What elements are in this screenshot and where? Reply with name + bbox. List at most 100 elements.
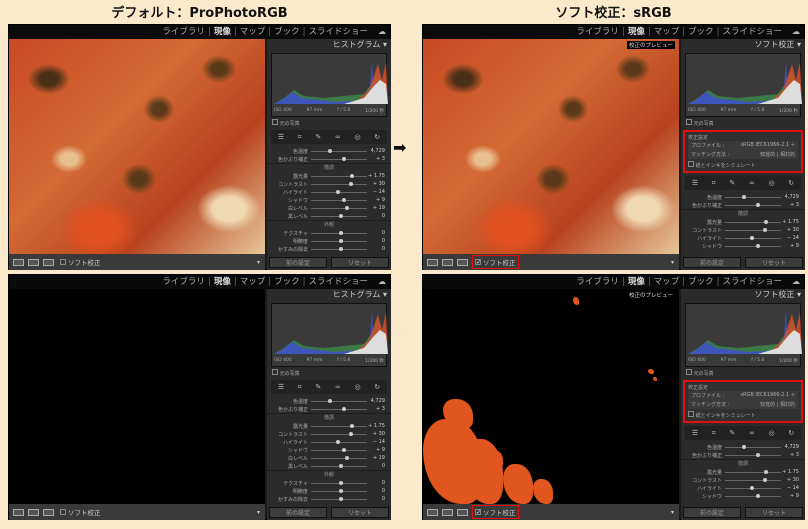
redeye-icon[interactable]: ∞ [749, 179, 755, 187]
slider-value[interactable]: 0 [367, 213, 385, 219]
slider-thumb[interactable] [344, 455, 349, 460]
nav-item-2[interactable]: マップ [654, 277, 680, 287]
redeye-icon[interactable]: ∞ [335, 133, 341, 141]
nav-item-4[interactable]: スライドショー [722, 27, 782, 37]
toolbar-menu-icon[interactable]: ▾ [671, 509, 674, 516]
loupe-view-icon[interactable] [427, 508, 438, 516]
slider-value[interactable]: + 3 [781, 202, 799, 208]
slider-thumb[interactable] [763, 227, 768, 232]
swap-icon[interactable] [457, 508, 468, 516]
matching-perceptual[interactable]: 知覚的 [760, 152, 775, 158]
toolbar-menu-icon[interactable]: ▾ [257, 259, 260, 266]
mask-icon[interactable]: ◎ [768, 179, 774, 187]
slider-value[interactable]: 0 [367, 496, 385, 502]
brush-icon[interactable]: ↻ [788, 429, 794, 437]
swap-icon[interactable] [43, 258, 54, 266]
slider-thumb[interactable] [327, 148, 332, 153]
slider-thumb[interactable] [341, 197, 346, 202]
panel-header[interactable]: ヒストグラム ▾ [267, 39, 391, 51]
nav-item-4[interactable]: スライドショー [722, 277, 782, 287]
slider-track[interactable] [725, 235, 781, 240]
nav-item-4[interactable]: スライドショー [308, 27, 368, 37]
redeye-icon[interactable]: ∞ [749, 429, 755, 437]
previous-settings-button[interactable]: 前の設定 [683, 507, 741, 518]
slider-value[interactable]: + 1.75 [367, 423, 385, 429]
slider-value[interactable]: + 3 [367, 156, 385, 162]
original-photo-checkbox[interactable] [272, 119, 278, 125]
profile-select[interactable]: sRGB IEC61966-2.1 ÷ [740, 142, 795, 149]
slider-thumb[interactable] [755, 243, 760, 248]
reset-button[interactable]: リセット [331, 257, 389, 268]
simulate-checkbox[interactable] [688, 411, 694, 417]
slider-track[interactable] [311, 398, 367, 403]
slider-thumb[interactable] [764, 219, 769, 224]
slider-thumb[interactable] [741, 444, 746, 449]
slider-value[interactable]: − 14 [781, 485, 799, 491]
slider-value[interactable]: + 19 [367, 455, 385, 461]
slider-value[interactable]: + 9 [367, 197, 385, 203]
slider-track[interactable] [311, 189, 367, 194]
slider-value[interactable]: 0 [367, 246, 385, 252]
slider-thumb[interactable] [755, 202, 760, 207]
soft-proof-checkbox[interactable] [60, 259, 66, 265]
slider-value[interactable]: + 3 [781, 452, 799, 458]
slider-track[interactable] [725, 219, 781, 224]
slider-track[interactable] [311, 148, 367, 153]
slider-value[interactable]: + 1.75 [367, 173, 385, 179]
slider-thumb[interactable] [339, 213, 343, 218]
cloud-icon[interactable]: ☁ [792, 25, 800, 39]
slider-value[interactable]: 4,729 [367, 148, 385, 154]
nav-item-0[interactable]: ライブラリ [162, 277, 205, 287]
slider-thumb[interactable] [741, 194, 746, 199]
simulate-checkbox[interactable] [688, 161, 694, 167]
original-photo-checkbox[interactable] [686, 119, 692, 125]
slider-thumb[interactable] [341, 156, 346, 161]
slider-track[interactable] [311, 197, 367, 202]
slider-track[interactable] [311, 496, 367, 501]
crop-icon[interactable]: ⌗ [298, 383, 302, 392]
nav-item-4[interactable]: スライドショー [308, 277, 368, 287]
slider-value[interactable]: + 3 [367, 406, 385, 412]
nav-item-0[interactable]: ライブラリ [576, 277, 619, 287]
slider-track[interactable] [725, 227, 781, 232]
before-after-icon[interactable] [28, 508, 39, 516]
crop-icon[interactable]: ⌗ [298, 133, 302, 142]
matching-perceptual[interactable]: 知覚的 [760, 402, 775, 408]
original-photo-checkbox[interactable] [686, 369, 692, 375]
slider-thumb[interactable] [339, 246, 343, 251]
slider-track[interactable] [725, 202, 781, 207]
slider-value[interactable]: 0 [367, 488, 385, 494]
slider-thumb[interactable] [341, 447, 346, 452]
slider-thumb[interactable] [344, 205, 349, 210]
slider-thumb[interactable] [763, 477, 768, 482]
redeye-icon[interactable]: ∞ [335, 383, 341, 391]
slider-track[interactable] [311, 431, 367, 436]
loupe-view-icon[interactable] [13, 508, 24, 516]
slider-value[interactable]: 4,729 [781, 194, 799, 200]
reset-button[interactable]: リセット [745, 257, 803, 268]
slider-thumb[interactable] [764, 469, 769, 474]
slider-thumb[interactable] [750, 235, 755, 240]
slider-thumb[interactable] [755, 493, 760, 498]
slider-thumb[interactable] [349, 181, 354, 186]
sliders-icon[interactable]: ☰ [278, 383, 284, 391]
slider-track[interactable] [725, 194, 781, 199]
heal-icon[interactable]: ✎ [315, 133, 321, 141]
soft-proof-checkbox[interactable]: ✓ [475, 509, 481, 516]
slider-value[interactable]: + 30 [367, 181, 385, 187]
slider-thumb[interactable] [336, 189, 341, 194]
slider-track[interactable] [311, 488, 367, 493]
loupe-view-icon[interactable] [13, 258, 24, 266]
reset-button[interactable]: リセット [745, 507, 803, 518]
heal-icon[interactable]: ✎ [729, 179, 735, 187]
before-after-icon[interactable] [442, 508, 453, 516]
slider-track[interactable] [725, 444, 781, 449]
original-photo-checkbox[interactable] [272, 369, 278, 375]
slider-value[interactable]: + 30 [781, 477, 799, 483]
panel-header[interactable]: ソフト校正 ▾ [681, 39, 805, 51]
slider-thumb[interactable] [339, 496, 343, 501]
slider-value[interactable]: − 14 [367, 439, 385, 445]
mask-icon[interactable]: ◎ [354, 383, 360, 391]
soft-proof-toggle[interactable]: ソフト校正 [58, 256, 103, 268]
slider-thumb[interactable] [750, 485, 755, 490]
